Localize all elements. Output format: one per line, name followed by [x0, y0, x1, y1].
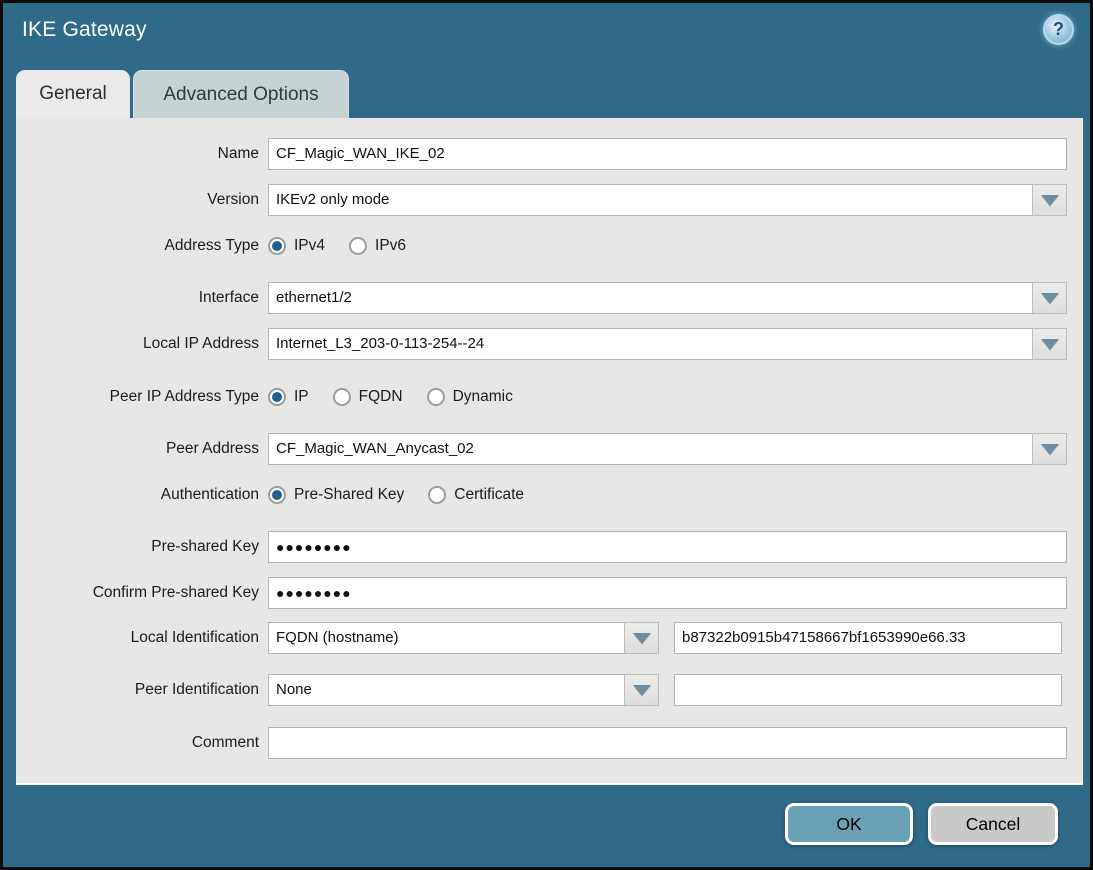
- chevron-down-icon: [1041, 293, 1059, 304]
- version-value: IKEv2 only mode: [268, 184, 1032, 216]
- interface-select[interactable]: ethernet1/2: [268, 282, 1067, 314]
- local-identification-dropdown-button[interactable]: [624, 622, 659, 654]
- radio-option-dynamic[interactable]: Dynamic: [427, 388, 513, 406]
- comment-label: Comment: [16, 734, 259, 752]
- general-tab-panel: Name CF_Magic_WAN_IKE_02 Version IKEv2 o…: [16, 118, 1083, 785]
- version-dropdown-button[interactable]: [1032, 184, 1067, 216]
- radio-button-icon: [268, 486, 286, 504]
- authentication-label: Authentication: [16, 486, 259, 504]
- confirm-pre-shared-key-row: Confirm Pre-shared Key ●●●●●●●●: [16, 577, 1082, 609]
- peer-identification-type-select[interactable]: None: [268, 674, 659, 706]
- dialog-titlebar: IKE Gateway ?: [3, 3, 1090, 65]
- local-identification-label: Local Identification: [16, 629, 259, 647]
- peer-address-row: Peer Address CF_Magic_WAN_Anycast_02: [16, 433, 1082, 465]
- cancel-button[interactable]: Cancel: [928, 803, 1058, 845]
- peer-identification-dropdown-button[interactable]: [624, 674, 659, 706]
- peer-address-value: CF_Magic_WAN_Anycast_02: [268, 433, 1032, 465]
- chevron-down-icon: [1041, 444, 1059, 455]
- local-ip-row: Local IP Address Internet_L3_203-0-113-2…: [16, 328, 1082, 360]
- comment-input[interactable]: [268, 727, 1067, 759]
- tab-general[interactable]: General: [16, 70, 130, 118]
- pre-shared-key-input[interactable]: ●●●●●●●●: [268, 531, 1067, 563]
- chevron-down-icon: [633, 685, 651, 696]
- confirm-pre-shared-key-input[interactable]: ●●●●●●●●: [268, 577, 1067, 609]
- chevron-down-icon: [1041, 195, 1059, 206]
- peer-address-select[interactable]: CF_Magic_WAN_Anycast_02: [268, 433, 1067, 465]
- peer-identification-label: Peer Identification: [16, 681, 259, 699]
- pre-shared-key-row: Pre-shared Key ●●●●●●●●: [16, 531, 1082, 563]
- name-input[interactable]: CF_Magic_WAN_IKE_02: [268, 138, 1067, 170]
- radio-button-icon: [333, 388, 351, 406]
- radio-option-fqdn[interactable]: FQDN: [333, 388, 403, 406]
- interface-label: Interface: [16, 289, 259, 307]
- ike-gateway-dialog: IKE Gateway ? General Advanced Options N…: [0, 0, 1093, 870]
- peer-identification-type-value: None: [268, 674, 624, 706]
- local-ip-label: Local IP Address: [16, 335, 259, 353]
- comment-row: Comment: [16, 727, 1082, 759]
- help-icon[interactable]: ?: [1043, 14, 1074, 45]
- local-identification-row: Local Identification FQDN (hostname) b87…: [16, 622, 1082, 654]
- ok-button[interactable]: OK: [785, 803, 913, 845]
- peer-address-dropdown-button[interactable]: [1032, 433, 1067, 465]
- local-identification-value-input[interactable]: b87322b0915b47158667bf1653990e66.33: [674, 622, 1062, 654]
- version-label: Version: [16, 191, 259, 209]
- radio-button-icon: [427, 388, 445, 406]
- peer-ip-type-row: Peer IP Address Type IP FQDN Dynamic: [16, 384, 1082, 410]
- radio-option-pre-shared-key[interactable]: Pre-Shared Key: [268, 486, 404, 504]
- local-ip-dropdown-button[interactable]: [1032, 328, 1067, 360]
- radio-option-ipv6[interactable]: IPv6: [349, 237, 406, 255]
- radio-option-certificate[interactable]: Certificate: [428, 486, 524, 504]
- radio-button-icon: [268, 388, 286, 406]
- address-type-row: Address Type IPv4 IPv6: [16, 233, 1082, 259]
- radio-option-ip[interactable]: IP: [268, 388, 309, 406]
- local-identification-type-select[interactable]: FQDN (hostname): [268, 622, 659, 654]
- radio-button-icon: [268, 237, 286, 255]
- confirm-pre-shared-key-label: Confirm Pre-shared Key: [16, 584, 259, 602]
- interface-row: Interface ethernet1/2: [16, 282, 1082, 314]
- radio-button-icon: [349, 237, 367, 255]
- version-row: Version IKEv2 only mode: [16, 184, 1082, 216]
- radio-button-icon: [428, 486, 446, 504]
- peer-identification-value-input[interactable]: [674, 674, 1062, 706]
- interface-value: ethernet1/2: [268, 282, 1032, 314]
- peer-ip-type-label: Peer IP Address Type: [16, 388, 259, 406]
- address-type-label: Address Type: [16, 237, 259, 255]
- local-ip-select[interactable]: Internet_L3_203-0-113-254--24: [268, 328, 1067, 360]
- chevron-down-icon: [633, 633, 651, 644]
- dialog-title: IKE Gateway: [22, 18, 147, 42]
- chevron-down-icon: [1041, 339, 1059, 350]
- local-identification-type-value: FQDN (hostname): [268, 622, 624, 654]
- pre-shared-key-label: Pre-shared Key: [16, 538, 259, 556]
- tab-advanced-options[interactable]: Advanced Options: [133, 70, 349, 118]
- name-label: Name: [16, 145, 259, 163]
- peer-identification-row: Peer Identification None: [16, 674, 1082, 706]
- local-ip-value: Internet_L3_203-0-113-254--24: [268, 328, 1032, 360]
- name-row: Name CF_Magic_WAN_IKE_02: [16, 138, 1082, 170]
- authentication-row: Authentication Pre-Shared Key Certificat…: [16, 482, 1082, 508]
- version-select[interactable]: IKEv2 only mode: [268, 184, 1067, 216]
- interface-dropdown-button[interactable]: [1032, 282, 1067, 314]
- radio-option-ipv4[interactable]: IPv4: [268, 237, 325, 255]
- peer-address-label: Peer Address: [16, 440, 259, 458]
